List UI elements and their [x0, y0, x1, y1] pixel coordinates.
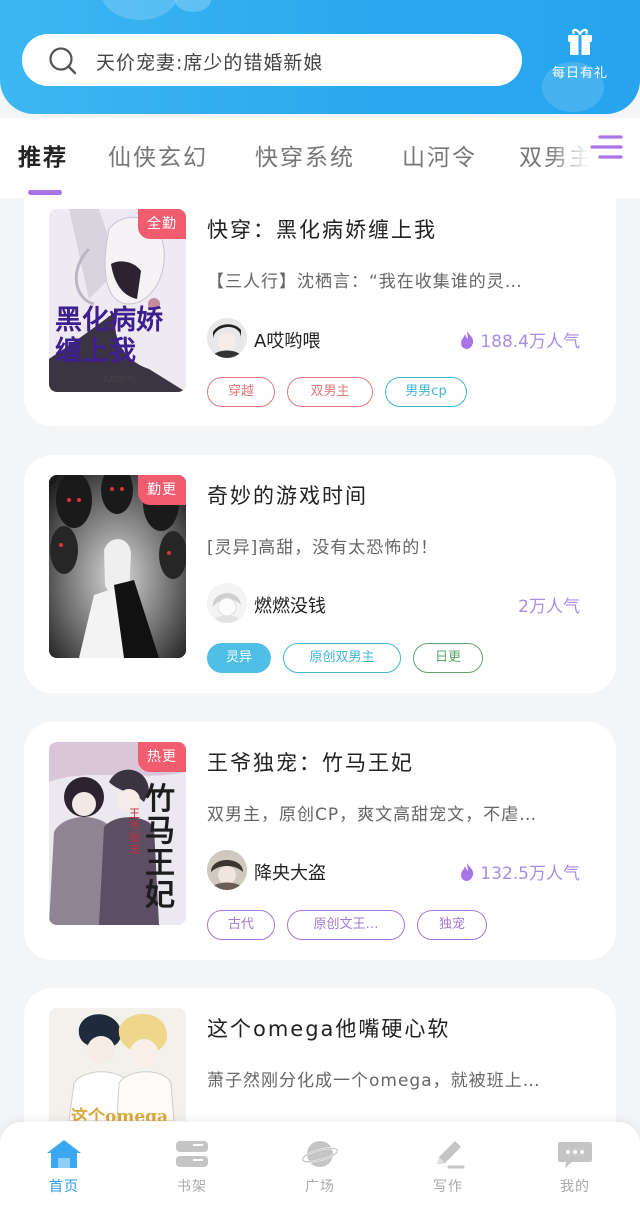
book-description: [灵异]高甜，没有太恐怖的！ — [207, 538, 439, 558]
decor-bubble — [100, 0, 180, 20]
genre-tag[interactable]: 双男主 — [287, 377, 373, 407]
cover-title: 竹马王妃 — [145, 782, 175, 913]
bookshelf-icon — [176, 1141, 208, 1167]
tab-shanheling[interactable]: 山河令 — [402, 138, 477, 172]
genre-tag[interactable]: 日更 — [413, 643, 483, 673]
popularity: 188.4万人气 — [460, 327, 580, 352]
popularity: 132.5万人气 — [460, 859, 580, 884]
book-description: 萧子然刚分化成一个omega，就被班上… — [207, 1071, 541, 1091]
nav-write-label: 写作 — [433, 1179, 463, 1195]
book-cover: 勤更 — [49, 475, 186, 658]
bottom-navigation: 首页 书架 广场 写作 我的 — [0, 1122, 640, 1207]
book-card[interactable]: 竹马王妃 王爷独宠 热更 王爷独宠：竹马王妃 双男主，原创CP，爽文高甜宠文，不… — [24, 722, 616, 960]
genre-tag[interactable]: 原创双男主 — [283, 643, 401, 673]
tab-recommend[interactable]: 推荐 — [18, 138, 68, 172]
nav-bookshelf[interactable]: 书架 — [152, 1138, 232, 1196]
book-cover: 这个omega — [49, 1008, 186, 1121]
search-icon — [49, 47, 77, 75]
nav-home[interactable]: 首页 — [24, 1138, 104, 1196]
daily-gift-button[interactable]: 每日有礼 — [540, 28, 620, 92]
category-tabs: 推荐 仙侠玄幻 快穿系统 山河令 双男主 — [0, 118, 640, 198]
popularity-count: 2万人气 — [518, 597, 580, 617]
cover-subtitle: 王爷独宠 — [129, 807, 140, 856]
home-icon — [47, 1140, 81, 1168]
popularity: 2万人气 — [518, 592, 580, 617]
header: 天价宠妻:席少的错婚新娘 每日有礼 — [0, 0, 640, 114]
book-card[interactable]: 黑化病娇缠上我 A哎哟喂 全勤 快穿：黑化病娇缠上我 【三人行】沈栖言：“我在收… — [24, 198, 616, 426]
chat-bubble-icon — [558, 1142, 592, 1168]
decor-bubble — [175, 0, 211, 12]
cover-author: A哎哟喂 — [103, 376, 137, 386]
avatar — [207, 850, 247, 890]
search-placeholder: 天价宠妻:席少的错婚新娘 — [96, 52, 324, 74]
tab-kuaichuan[interactable]: 快穿系统 — [255, 138, 355, 172]
genre-tag[interactable]: 穿越 — [207, 377, 275, 407]
book-description: 【三人行】沈栖言：“我在收集谁的灵… — [207, 272, 523, 292]
avatar — [207, 318, 247, 358]
book-description: 双男主，原创CP，爽文高甜宠文，不虐… — [207, 805, 538, 825]
status-badge: 全勤 — [138, 209, 186, 239]
cover-title: 这个omega — [71, 1107, 169, 1121]
book-title[interactable]: 王爷独宠：竹马王妃 — [207, 747, 414, 777]
flame-icon — [461, 330, 474, 349]
author-name[interactable]: 燃燃没钱 — [254, 592, 326, 618]
book-cover: 竹马王妃 王爷独宠 热更 — [49, 742, 186, 925]
status-badge: 热更 — [138, 742, 186, 772]
popularity-count: 188.4万人气 — [480, 332, 580, 352]
genre-tag[interactable]: 古代 — [207, 910, 275, 940]
genre-tag[interactable]: 灵异 — [207, 643, 271, 673]
nav-write[interactable]: 写作 — [408, 1138, 488, 1196]
flame-icon — [461, 862, 474, 881]
book-title[interactable]: 这个omega他嘴硬心软 — [207, 1013, 450, 1043]
book-card[interactable]: 勤更 奇妙的游戏时间 [灵异]高甜，没有太恐怖的！ 燃燃没钱 2万人气 灵异 原… — [24, 455, 616, 693]
author-name[interactable]: 降央大盗 — [254, 859, 326, 885]
nav-square-label: 广场 — [305, 1179, 335, 1195]
book-title[interactable]: 奇妙的游戏时间 — [207, 480, 368, 510]
genre-tag[interactable]: 男男cp — [385, 377, 467, 407]
nav-mine[interactable]: 我的 — [535, 1138, 615, 1196]
nav-home-label: 首页 — [49, 1179, 79, 1195]
search-bar[interactable]: 天价宠妻:席少的错婚新娘 — [22, 34, 522, 86]
cover-title: 黑化病娇缠上我 — [55, 305, 163, 367]
daily-gift-label: 每日有礼 — [551, 66, 608, 81]
avatar — [207, 583, 247, 623]
gift-icon — [568, 28, 592, 55]
category-menu-icon[interactable] — [588, 132, 624, 162]
nav-bookshelf-label: 书架 — [177, 1179, 207, 1195]
popularity-count: 132.5万人气 — [480, 864, 580, 884]
pen-icon — [437, 1141, 465, 1169]
tab-xianxia[interactable]: 仙侠玄幻 — [108, 138, 208, 172]
author-name[interactable]: A哎哟喂 — [254, 327, 320, 353]
genre-tag[interactable]: 原创文王… — [287, 910, 405, 940]
book-cover: 黑化病娇缠上我 A哎哟喂 全勤 — [49, 209, 186, 392]
active-tab-indicator — [28, 190, 62, 195]
planet-icon — [301, 1141, 339, 1167]
genre-tag[interactable]: 独宠 — [417, 910, 487, 940]
nav-square[interactable]: 广场 — [280, 1138, 360, 1196]
nav-mine-label: 我的 — [560, 1179, 590, 1195]
status-badge: 勤更 — [138, 475, 186, 505]
book-title[interactable]: 快穿：黑化病娇缠上我 — [207, 214, 437, 244]
